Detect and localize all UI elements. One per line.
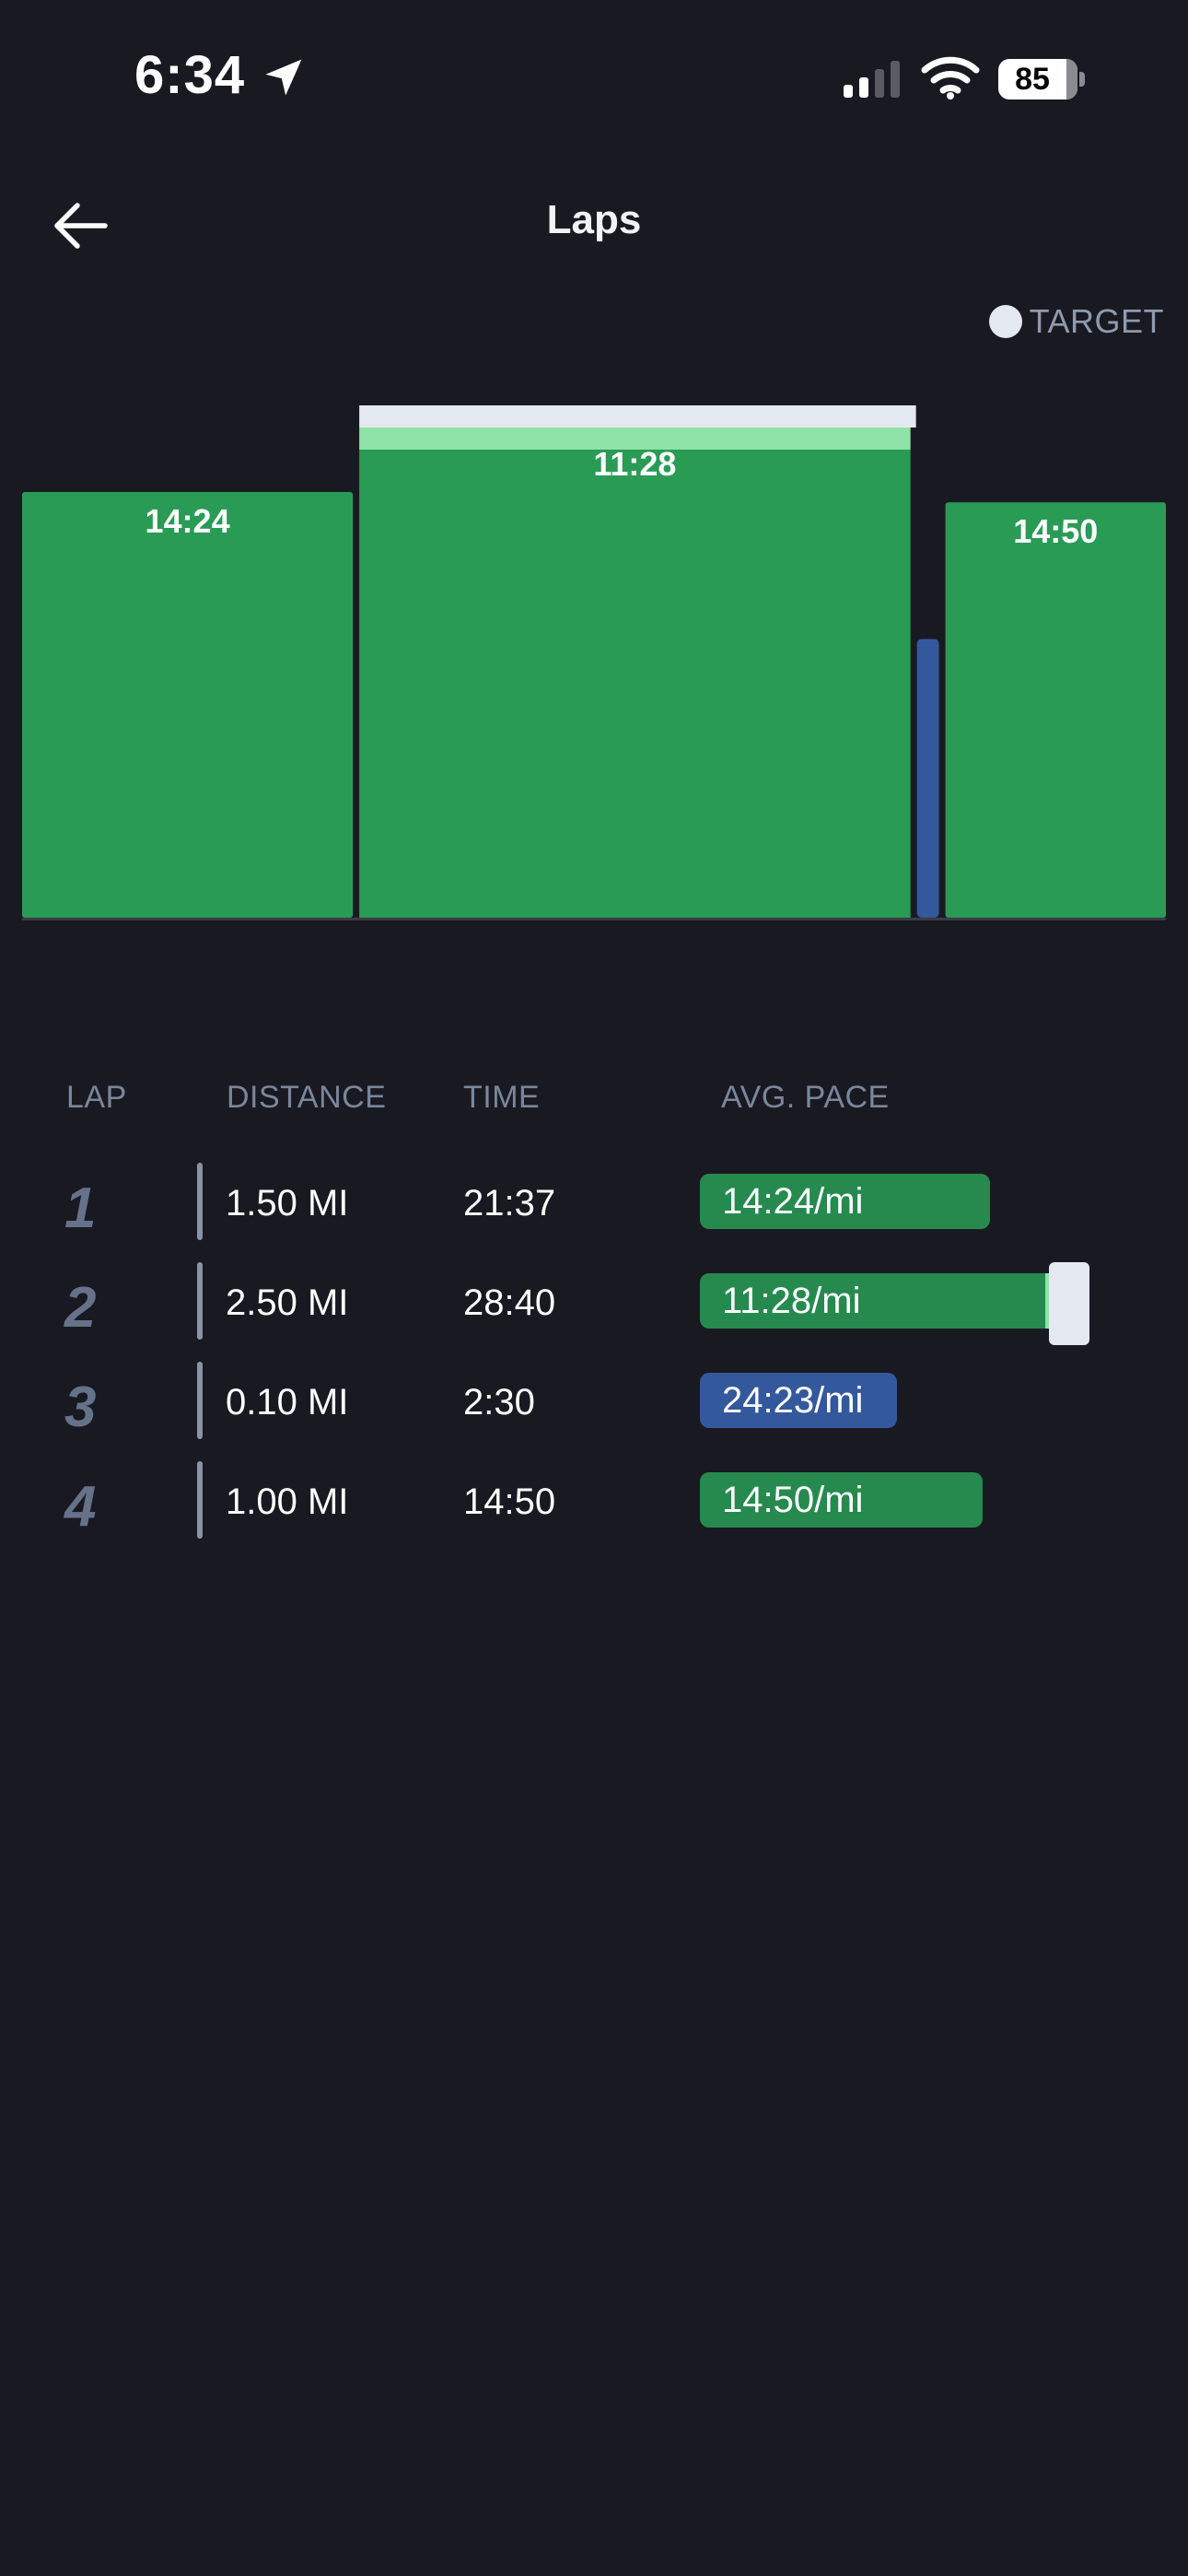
lap-bar xyxy=(916,638,939,918)
lap-row[interactable]: 4 1.00 MI 14:50 14:50/mi xyxy=(0,1461,1188,1546)
pace-bar: 24:23/mi xyxy=(700,1373,897,1428)
lap-row[interactable]: 2 2.50 MI 28:40 11:28/mi xyxy=(0,1262,1188,1347)
pace-bar: 14:24/mi xyxy=(700,1174,990,1229)
lap-bar-label: 14:50 xyxy=(1013,512,1098,550)
lap-time: 2:30 xyxy=(463,1382,535,1423)
lap-bar-label: 11:28 xyxy=(593,445,676,483)
lap-time: 14:50 xyxy=(463,1481,556,1522)
lap-distance: 1.00 MI xyxy=(226,1481,349,1522)
column-header-avg-pace: AVG. PACE xyxy=(721,1080,890,1115)
chart-legend: TARGET xyxy=(988,302,1164,341)
row-divider xyxy=(197,1461,203,1539)
lap-number: 1 xyxy=(64,1177,97,1240)
battery-cap xyxy=(1079,72,1085,87)
column-header-time: TIME xyxy=(463,1080,541,1115)
battery-percentage: 85 xyxy=(1015,62,1050,97)
row-divider xyxy=(197,1262,203,1340)
lap-row[interactable]: 1 1.50 MI 21:37 14:24/mi xyxy=(0,1163,1188,1247)
laps-bar-chart: 14:24 11:28 14:50 xyxy=(22,405,1166,920)
status-time: 6:34 xyxy=(134,45,246,105)
target-handle xyxy=(1049,1262,1089,1345)
column-header-distance: DISTANCE xyxy=(227,1080,387,1115)
target-legend-dot xyxy=(988,305,1022,338)
column-header-lap: LAP xyxy=(66,1080,127,1115)
pace-value: 14:50/mi xyxy=(722,1480,864,1520)
lap-distance: 1.50 MI xyxy=(226,1183,349,1224)
page-title: Laps xyxy=(546,197,642,242)
lap-bar xyxy=(945,502,1166,918)
lap-number: 3 xyxy=(64,1376,97,1439)
pace-value: 11:28/mi xyxy=(722,1281,861,1321)
pace-bar: 14:50/mi xyxy=(700,1472,983,1528)
lap-number: 4 xyxy=(64,1475,97,1539)
lap-time: 28:40 xyxy=(463,1282,556,1323)
row-divider xyxy=(197,1362,203,1439)
chart-baseline xyxy=(22,918,1166,920)
row-divider xyxy=(197,1163,203,1240)
lap-time: 21:37 xyxy=(463,1183,556,1224)
cellular-signal-icon xyxy=(844,61,900,98)
lap-number: 2 xyxy=(64,1276,97,1340)
location-arrow-icon xyxy=(265,59,302,96)
pace-bar: 11:28/mi xyxy=(700,1273,1067,1329)
lap-row[interactable]: 3 0.10 MI 2:30 24:23/mi xyxy=(0,1362,1188,1446)
target-legend-label: TARGET xyxy=(1029,302,1164,340)
wifi-icon xyxy=(921,56,980,100)
battery-indicator: 85 xyxy=(998,59,1077,100)
lap-distance: 2.50 MI xyxy=(226,1282,349,1323)
status-bar: 6:34 85 xyxy=(0,0,1188,157)
lap-distance: 0.10 MI xyxy=(226,1382,349,1423)
pace-value: 14:24/mi xyxy=(722,1181,864,1222)
lap-bar xyxy=(359,450,911,918)
target-band xyxy=(359,405,916,427)
pace-value: 24:23/mi xyxy=(722,1380,864,1421)
lap-bar xyxy=(22,492,354,918)
lap-bar-label: 14:24 xyxy=(146,502,230,540)
